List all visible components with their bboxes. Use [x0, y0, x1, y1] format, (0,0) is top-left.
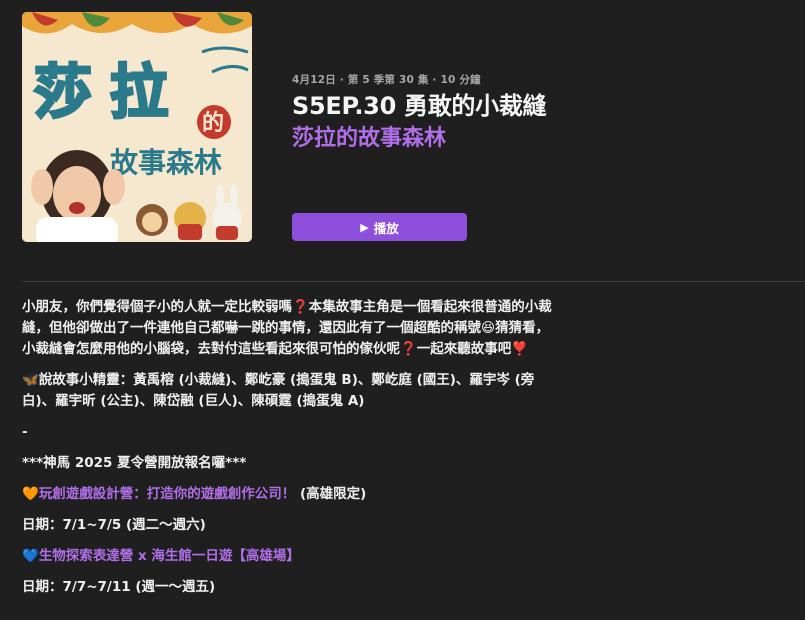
camp-1: 🧡玩創遊戲設計營：打造你的遊戲創作公司！ (高雄限定)	[22, 484, 552, 505]
podcast-artwork: 莎 拉 的 故事森林	[22, 12, 252, 242]
divider	[22, 281, 805, 282]
artwork-title-char: 莎	[34, 58, 92, 126]
camp-1-note: (高雄限定)	[295, 486, 367, 502]
blue-heart-icon: 💙	[22, 548, 39, 564]
artwork-title-char: 拉	[110, 58, 168, 126]
play-button[interactable]: ▶ 播放	[292, 213, 467, 241]
camp-1-link[interactable]: 玩創遊戲設計營：打造你的遊戲創作公司！	[39, 486, 296, 502]
description-cast: 🦋說故事小精靈：黃禹榕 (小裁縫)、鄭屹豪 (搗蛋鬼 B)、鄭屹庭 (國王)、羅…	[22, 370, 552, 412]
artwork-title-char: 的	[202, 110, 224, 136]
camp-2-date: 日期：7/7~7/11 (週一～週五)	[22, 579, 216, 595]
butterfly-icon: 🦋	[22, 372, 39, 388]
camp-2: 💙生物探索表達營 x 海生館一日遊【高雄場】	[22, 546, 552, 567]
episode-meta: 4月12日 · 第 5 季第 30 集 · 10 分鐘	[292, 74, 481, 86]
episode-title: S5EP.30 勇敢的小裁縫	[292, 92, 547, 120]
camp-1-date: 日期：7/1~7/5 (週二～週六)	[22, 517, 206, 533]
description-intro: 小朋友，你們覺得個子小的人就一定比較弱嗎❓本集故事主角是一個看起來很普通的小裁縫…	[22, 299, 552, 357]
description-separator: -	[22, 424, 28, 440]
camp-announcement: ***神馬 2025 夏令營開放報名囉***	[22, 455, 247, 471]
camp-2-link[interactable]: 生物探索表達營 x 海生館一日遊【高雄場】	[39, 548, 300, 564]
cast-text: 說故事小精靈：黃禹榕 (小裁縫)、鄭屹豪 (搗蛋鬼 B)、鄭屹庭 (國王)、羅宇…	[22, 372, 535, 409]
orange-heart-icon: 🧡	[22, 486, 39, 502]
episode-description: 小朋友，你們覺得個子小的人就一定比較弱嗎❓本集故事主角是一個看起來很普通的小裁縫…	[22, 297, 552, 608]
show-name-link[interactable]: 莎拉的故事森林	[292, 120, 446, 152]
play-button-label: 播放	[373, 220, 399, 236]
play-icon: ▶	[360, 220, 369, 234]
artwork-subtitle: 故事森林	[110, 146, 222, 179]
